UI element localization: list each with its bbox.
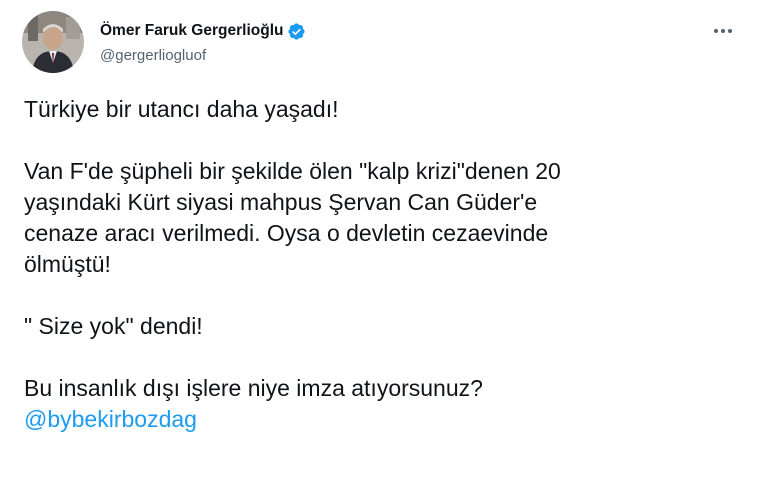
- tweet-line: Bu insanlık dışı işlere niye imza atıyor…: [24, 375, 483, 401]
- author-handle[interactable]: @gergerliogluof: [100, 47, 306, 64]
- tweet-line: cenaze aracı verilmedi. Oysa o devletin …: [24, 220, 549, 246]
- tweet-line: yaşındaki Kürt siyasi mahpus Şervan Can …: [24, 189, 538, 215]
- mention-link[interactable]: @bybekirbozdag: [24, 406, 197, 432]
- tweet-mention-line: @bybekirbozdag: [24, 404, 734, 435]
- tweet-line: ölmüştü!: [24, 251, 111, 277]
- tweet-line: " Size yok" dendi!: [24, 313, 203, 339]
- verified-badge-icon: [287, 22, 306, 41]
- avatar-image: [22, 11, 84, 73]
- author-info: Ömer Faruk Gergerlioğlu @gergerliogluof: [100, 21, 306, 64]
- tweet-header: Ömer Faruk Gergerlioğlu @gergerliogluof: [22, 11, 742, 75]
- tweet-card: Ömer Faruk Gergerlioğlu @gergerliogluof …: [0, 0, 759, 489]
- more-options-button[interactable]: [710, 21, 736, 41]
- tweet-line: Türkiye bir utancı daha yaşadı!: [24, 96, 339, 122]
- avatar[interactable]: [22, 11, 84, 73]
- tweet-text: Türkiye bir utancı daha yaşadı! Van F'de…: [24, 94, 734, 435]
- author-name-row: Ömer Faruk Gergerlioğlu: [100, 21, 306, 41]
- author-display-name[interactable]: Ömer Faruk Gergerlioğlu: [100, 22, 283, 40]
- more-horizontal-icon: [714, 29, 732, 33]
- tweet-line: Van F'de şüpheli bir şekilde ölen "kalp …: [24, 158, 561, 184]
